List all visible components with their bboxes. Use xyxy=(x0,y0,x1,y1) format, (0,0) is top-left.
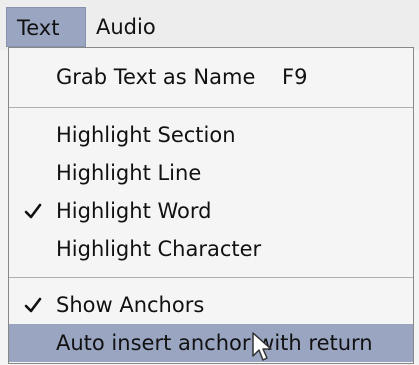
menu-item-highlight-section[interactable]: Highlight Section xyxy=(9,116,413,154)
menu-audio[interactable]: Audio xyxy=(86,7,176,47)
menu-item-shortcut: F9 xyxy=(282,65,308,89)
menu-text[interactable]: Text xyxy=(6,7,86,47)
menu-item-label: Highlight Line xyxy=(56,161,202,185)
menu-item-auto-insert-anchor[interactable]: Auto insert anchor with return xyxy=(9,324,413,362)
menu-item-label: Highlight Word xyxy=(56,199,212,223)
menu-item-highlight-character[interactable]: Highlight Character xyxy=(9,230,413,268)
menu-item-grab-text-as-name[interactable]: Grab Text as Name F9 xyxy=(9,58,413,96)
menu-item-label: Highlight Section xyxy=(56,123,236,147)
menu-separator xyxy=(9,277,413,278)
menu-item-highlight-word[interactable]: Highlight Word xyxy=(9,192,413,230)
menu-separator xyxy=(9,107,413,108)
menu-item-highlight-line[interactable]: Highlight Line xyxy=(9,154,413,192)
menu-item-label: Highlight Character xyxy=(56,237,262,261)
checkmark-icon xyxy=(20,192,46,230)
menu-item-label: Show Anchors xyxy=(56,293,205,317)
mouse-pointer-icon xyxy=(252,332,272,361)
menu-item-label: Grab Text as Name xyxy=(56,65,256,89)
checkmark-icon xyxy=(20,286,46,324)
menu-bar: Text Audio xyxy=(0,0,419,50)
menu-item-label: Auto insert anchor with return xyxy=(56,331,373,355)
menu-item-show-anchors[interactable]: Show Anchors xyxy=(9,286,413,324)
text-menu-dropdown: Grab Text as Name F9 Highlight Section H… xyxy=(8,47,414,364)
